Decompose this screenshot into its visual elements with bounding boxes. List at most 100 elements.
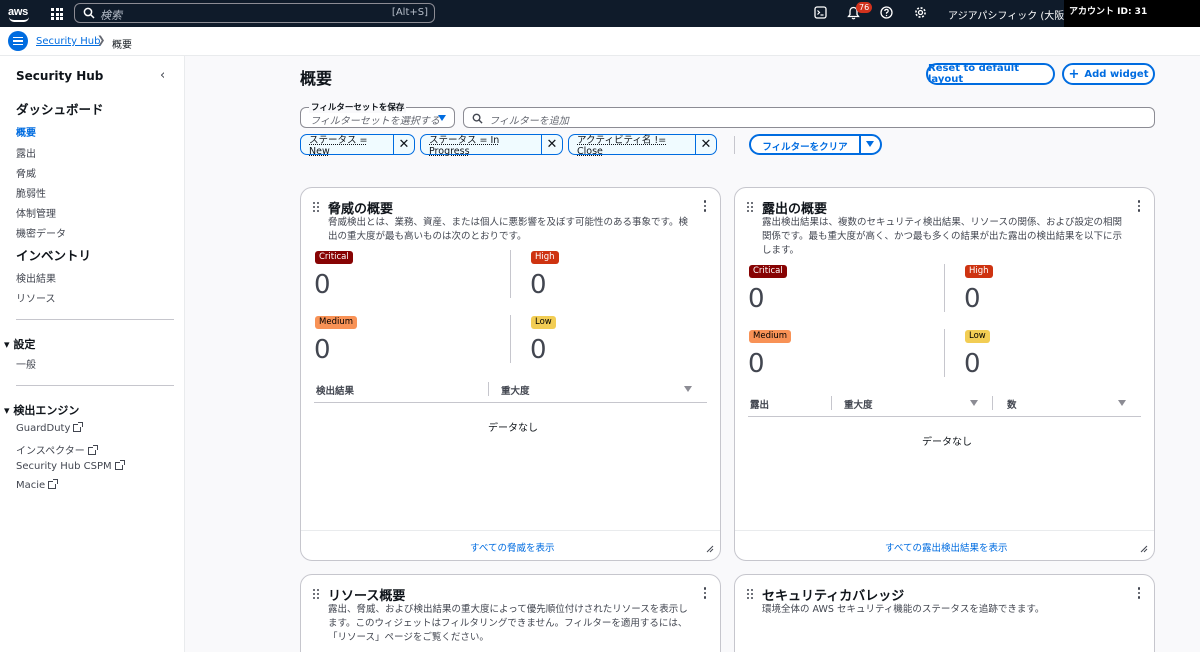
more-options-icon[interactable]: [1137, 587, 1140, 599]
sidebar-item-macie[interactable]: Macie: [16, 479, 59, 491]
filter-input[interactable]: フィルターを追加: [463, 107, 1155, 128]
clear-filters-button[interactable]: フィルターをクリア: [749, 134, 882, 155]
help-icon[interactable]: [880, 6, 893, 19]
sidebar-item-resources[interactable]: リソース: [16, 290, 56, 305]
sidebar-section-engines[interactable]: ▾ 検出エンジン: [4, 402, 79, 418]
sidebar-item-macie-label: Macie: [16, 480, 46, 491]
more-options-icon[interactable]: [703, 587, 706, 599]
sidebar-item-posture[interactable]: 体制管理: [16, 205, 56, 220]
plus-icon: +: [1068, 66, 1080, 82]
sidebar-item-exposure[interactable]: 露出: [16, 145, 36, 160]
more-options-icon[interactable]: [1137, 200, 1140, 212]
caret-down-icon[interactable]: [866, 141, 874, 147]
menu-toggle-button[interactable]: [8, 31, 28, 51]
sort-caret-icon[interactable]: [970, 400, 978, 406]
sidebar-item-findings[interactable]: 検出結果: [16, 270, 56, 285]
card-description-line: 露出、脅威、および検出結果の重大度によって優先順位付けされたリソースを表示し: [328, 604, 688, 615]
card-title: 脅威の概要: [328, 202, 394, 217]
high-count[interactable]: 0: [964, 284, 981, 314]
cloudshell-icon[interactable]: [814, 6, 827, 19]
exposure-overview-card: 露出の概要 露出検出結果は、複数のセキュリティ検出結果、リソースの関係、および設…: [734, 187, 1155, 561]
resize-handle-icon[interactable]: [1140, 545, 1148, 553]
empty-state-text: データなし: [922, 437, 972, 448]
table-header-count[interactable]: 数: [1007, 397, 1017, 411]
drag-handle-icon[interactable]: [747, 202, 753, 212]
medium-count[interactable]: 0: [748, 349, 765, 379]
sidebar-item-threats[interactable]: 脅威: [16, 165, 36, 180]
critical-count[interactable]: 0: [748, 284, 765, 314]
severity-badge-high: High: [531, 251, 559, 264]
table-header-exposure[interactable]: 露出: [750, 397, 769, 411]
view-all-threats-link[interactable]: すべての脅威を表示: [470, 540, 554, 554]
sidebar-item-cspm[interactable]: Security Hub CSPM: [16, 460, 125, 472]
chevron-left-icon[interactable]: ‹: [160, 68, 165, 83]
severity-badge-medium: Medium: [749, 330, 791, 343]
search-icon: [83, 7, 95, 19]
gear-icon[interactable]: [914, 6, 927, 19]
severity-badge-critical: Critical: [749, 265, 787, 278]
card-description-line: 脅威検出とは、業務、資産、または個人に悪影響を及ぼす可能性のある事象です。検: [328, 217, 689, 228]
close-icon[interactable]: ✕: [541, 135, 562, 154]
external-link-icon: [48, 479, 59, 489]
table-header-findings[interactable]: 検出結果: [316, 383, 354, 397]
medium-count[interactable]: 0: [314, 335, 331, 365]
resize-handle-icon[interactable]: [706, 545, 714, 553]
add-widget-label: Add widget: [1084, 68, 1149, 80]
severity-badge-medium: Medium: [315, 316, 357, 329]
sidebar-item-overview[interactable]: 概要: [16, 124, 36, 139]
breadcrumb-root-link[interactable]: Security Hub: [36, 36, 100, 47]
table-header-severity[interactable]: 重大度: [844, 397, 873, 411]
sort-caret-icon[interactable]: [1118, 400, 1126, 406]
add-widget-button[interactable]: + Add widget: [1062, 63, 1155, 85]
close-icon[interactable]: ✕: [393, 135, 414, 154]
breadcrumb-bar: Security Hub ❯ 概要: [0, 27, 1200, 56]
card-description-line: 露出検出結果は、複数のセキュリティ検出結果、リソースの関係、および設定の相関: [762, 217, 1122, 228]
external-link-icon: [114, 460, 125, 470]
low-count[interactable]: 0: [964, 349, 981, 379]
notifications-badge: 76: [856, 2, 873, 13]
security-coverage-card: セキュリティカバレッジ 環境全体の AWS セキュリティ機能のステータスを追跡で…: [734, 574, 1155, 652]
critical-count[interactable]: 0: [314, 270, 331, 300]
table-header-divider: [992, 396, 993, 410]
sidebar-item-inspector[interactable]: インスペクター: [16, 442, 98, 457]
sidebar-section-settings[interactable]: ▾ 設定: [4, 336, 35, 352]
card-description-line: 環境全体の AWS セキュリティ機能のステータスを追跡できます。: [762, 604, 1045, 615]
filter-placeholder: フィルターを追加: [489, 116, 569, 127]
table-header-severity[interactable]: 重大度: [501, 383, 530, 397]
sidebar-item-vulnerabilities[interactable]: 脆弱性: [16, 185, 46, 200]
drag-handle-icon[interactable]: [747, 589, 753, 599]
aws-logo[interactable]: aws: [8, 4, 32, 24]
search-shortcut: [Alt+S]: [391, 7, 428, 18]
sidebar-item-guardduty[interactable]: GuardDuty: [16, 422, 84, 434]
drag-handle-icon[interactable]: [313, 202, 319, 212]
sort-caret-icon[interactable]: [684, 386, 692, 392]
filter-token-label: ステータス = New: [309, 135, 368, 157]
global-search-input[interactable]: 検索 [Alt+S]: [74, 3, 435, 23]
region-selector[interactable]: アジアパシフィック (大阪) ▾: [948, 7, 1076, 22]
close-icon[interactable]: ✕: [695, 135, 716, 154]
threat-overview-card: 脅威の概要 脅威検出とは、業務、資産、または個人に悪影響を及ぼす可能性のある事象…: [300, 187, 721, 561]
severity-badge-low: Low: [531, 316, 556, 329]
drag-handle-icon[interactable]: [313, 589, 319, 599]
split-divider: [859, 136, 861, 153]
filter-token-status-new[interactable]: ステータス = New ✕: [300, 134, 415, 157]
account-menu[interactable]: アカウント ID: 31: [1064, 0, 1200, 27]
high-count[interactable]: 0: [530, 270, 547, 300]
filter-token-status-in-progress[interactable]: ステータス = In Progress ✕: [420, 134, 563, 157]
top-navigation: aws 検索 [Alt+S] 76 アジアパシフィック (大阪) ▾ アカウント…: [0, 0, 1200, 27]
sidebar-item-sensitive-data[interactable]: 機密データ: [16, 225, 66, 240]
sidebar-section-engines-label: 検出エンジン: [13, 404, 80, 417]
table-header-line: [748, 416, 1141, 417]
reset-layout-button[interactable]: Reset to default layout: [926, 63, 1055, 85]
sidebar-item-general[interactable]: 一般: [16, 356, 36, 371]
view-all-exposures-link[interactable]: すべての露出検出結果を表示: [885, 540, 1007, 554]
low-count[interactable]: 0: [530, 335, 547, 365]
services-grid-icon[interactable]: [51, 8, 63, 20]
search-icon: [472, 113, 483, 124]
more-options-icon[interactable]: [703, 200, 706, 212]
caret-down-icon: [438, 115, 446, 121]
card-title: 露出の概要: [762, 202, 828, 217]
filter-token-activity-not-close[interactable]: アクティビティ名 != Close ✕: [568, 134, 717, 157]
external-link-icon: [73, 422, 84, 432]
sidebar-title[interactable]: Security Hub: [16, 69, 103, 83]
